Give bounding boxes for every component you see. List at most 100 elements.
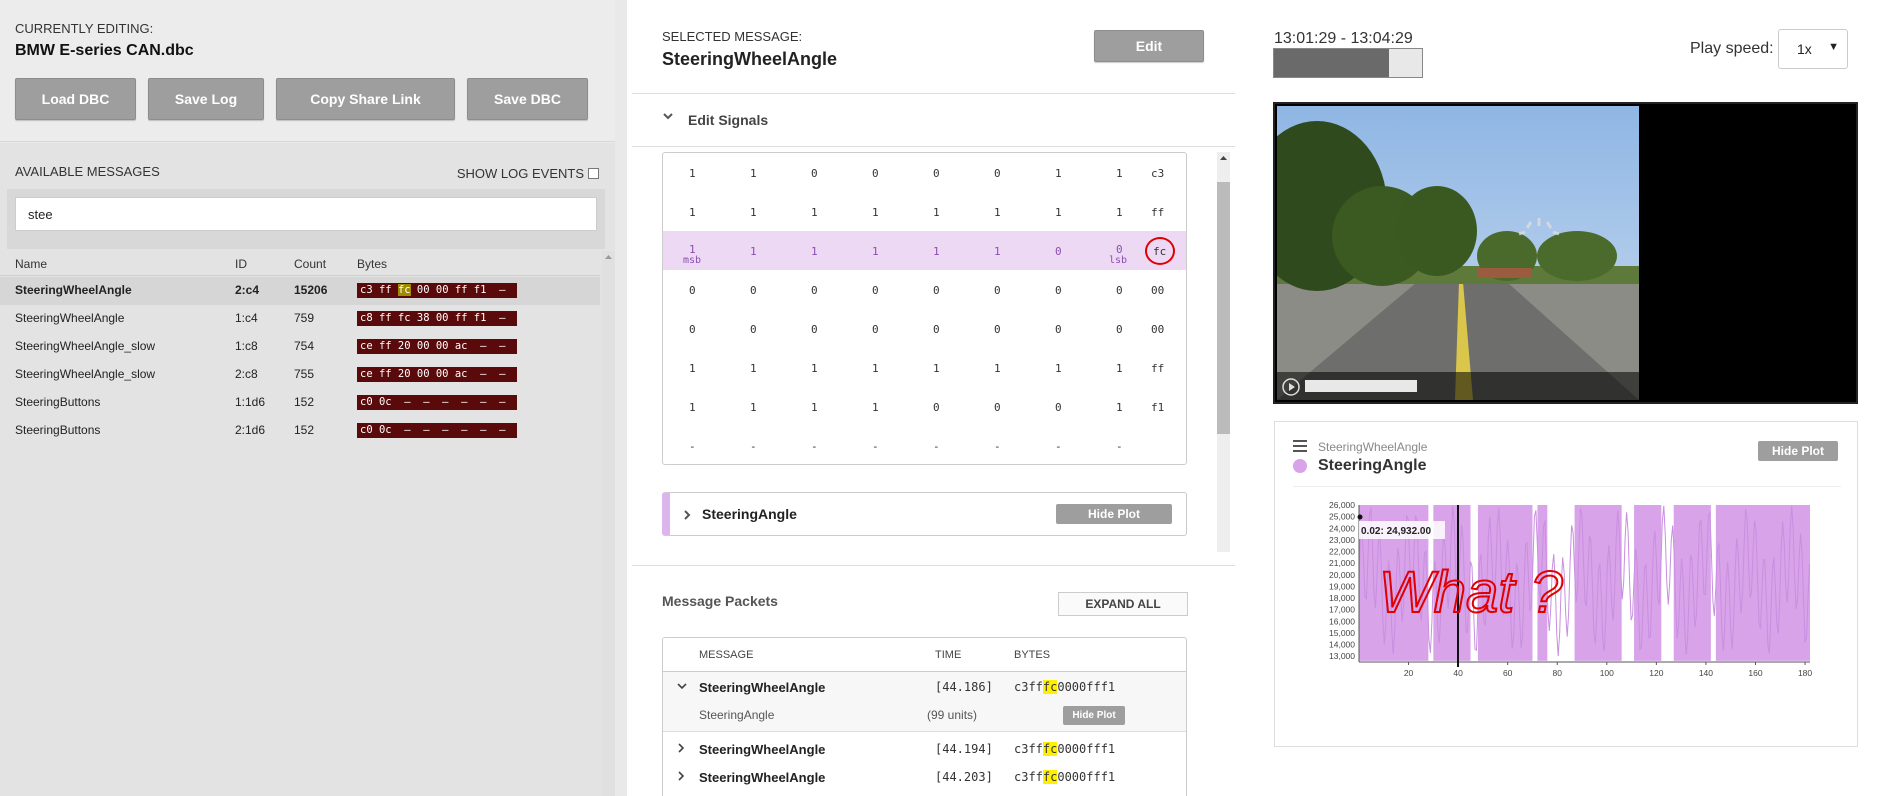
bit[interactable]: 0 <box>689 323 696 336</box>
bit[interactable]: 0 <box>994 401 1001 414</box>
bit[interactable]: 1 <box>1116 167 1123 180</box>
bit[interactable]: 1 <box>872 362 879 375</box>
bit[interactable]: 0 <box>872 284 879 297</box>
bit[interactable]: 1 <box>872 401 879 414</box>
bit[interactable]: 0 <box>811 323 818 336</box>
bit[interactable]: - <box>994 440 1001 453</box>
signals-scrollbar[interactable] <box>1217 152 1230 552</box>
bit[interactable]: 0 <box>1116 284 1123 297</box>
message-row[interactable]: SteeringWheelAngle_slow 1:c8 754 ce ff 2… <box>0 333 600 361</box>
video-seek-bar[interactable] <box>1305 380 1417 392</box>
bit[interactable]: 1 <box>689 362 696 375</box>
packet-row[interactable]: SteeringWheelAngle [44.194] c3fffc0000ff… <box>663 734 1186 762</box>
bit[interactable]: 1 <box>811 245 818 258</box>
bit[interactable]: - <box>689 440 696 453</box>
bit[interactable]: 0 <box>872 167 879 180</box>
chevron-down-icon[interactable] <box>677 682 687 690</box>
bit[interactable]: 0 <box>994 323 1001 336</box>
message-row[interactable]: SteeringWheelAngle 1:c4 759 c8 ff fc 38 … <box>0 305 600 333</box>
edit-button[interactable]: Edit <box>1094 30 1204 62</box>
col-bytes[interactable]: Bytes <box>357 257 387 271</box>
bit[interactable]: 0 <box>1055 245 1062 258</box>
bit[interactable]: 1 <box>994 245 1001 258</box>
bit[interactable]: 1 <box>689 401 696 414</box>
col-count[interactable]: Count <box>294 257 326 271</box>
bit[interactable]: 1 <box>689 167 696 180</box>
bit[interactable]: 1 <box>811 401 818 414</box>
message-row[interactable]: SteeringButtons 1:1d6 152 c0 0c – – – – … <box>0 389 600 417</box>
load-dbc-button[interactable]: Load DBC <box>15 78 136 120</box>
bit[interactable]: 1 <box>1055 167 1062 180</box>
bit[interactable]: 0 <box>1055 323 1062 336</box>
bit[interactable]: 1 <box>811 206 818 219</box>
show-log-events-toggle[interactable]: SHOW LOG EVENTS <box>457 166 599 181</box>
message-row[interactable]: SteeringWheelAngle_slow 2:c8 755 ce ff 2… <box>0 361 600 389</box>
bit[interactable]: - <box>1116 440 1123 453</box>
menu-icon[interactable] <box>1293 440 1307 452</box>
bit[interactable]: 1 <box>994 206 1001 219</box>
bit[interactable]: 1 <box>750 362 757 375</box>
bit[interactable]: 1 <box>1116 362 1123 375</box>
bit[interactable]: - <box>750 440 757 453</box>
bit[interactable]: - <box>1055 440 1062 453</box>
bit[interactable]: 1 <box>933 245 940 258</box>
bit[interactable]: 1 <box>689 206 696 219</box>
bit[interactable]: 0 <box>933 284 940 297</box>
packet-row[interactable]: SteeringWheelAngle [44.203] c3fffc0000ff… <box>663 762 1186 790</box>
show-log-events-checkbox[interactable] <box>588 168 599 179</box>
bit[interactable]: 0 <box>811 284 818 297</box>
plot-hide-button[interactable]: Hide Plot <box>1758 441 1838 461</box>
bit[interactable]: 0 <box>933 401 940 414</box>
signal-plot[interactable]: 13,00014,000 15,000 16,00017,000 18,000 19,0… <box>1275 492 1859 742</box>
video-player[interactable] <box>1273 102 1858 404</box>
bit[interactable]: 0 <box>750 284 757 297</box>
message-row[interactable]: SteeringWheelAngle 2:c4 15206 c3 ff fc 0… <box>0 277 600 305</box>
bit[interactable]: 1 <box>1116 401 1123 414</box>
col-id[interactable]: ID <box>235 257 247 271</box>
bit[interactable]: 1 <box>872 206 879 219</box>
bit[interactable]: 1 <box>1055 362 1062 375</box>
play-icon[interactable] <box>1281 377 1301 397</box>
bit[interactable]: 1 <box>933 362 940 375</box>
packet-row[interactable]: SteeringWheelAngle [44.186] c3fffc0000ff… <box>663 672 1186 700</box>
packet-hide-plot-button[interactable]: Hide Plot <box>1063 706 1125 725</box>
bit[interactable]: 0 <box>750 323 757 336</box>
bit[interactable]: 0 <box>872 323 879 336</box>
bit[interactable]: 1 <box>1055 206 1062 219</box>
save-log-button[interactable]: Save Log <box>148 78 264 120</box>
bit[interactable]: 1 <box>750 401 757 414</box>
bit[interactable]: 0 <box>811 167 818 180</box>
messages-scrollbar[interactable] <box>602 251 615 796</box>
bit[interactable]: 0 <box>933 167 940 180</box>
scroll-up-icon[interactable] <box>602 251 615 263</box>
scrollbar-thumb[interactable] <box>1217 182 1230 434</box>
play-speed-select[interactable]: 1x ▼ <box>1778 29 1848 69</box>
bit[interactable]: 1 <box>750 206 757 219</box>
signal-row[interactable]: SteeringAngle Hide Plot <box>662 492 1187 536</box>
bit[interactable]: 1 <box>750 167 757 180</box>
chevron-right-icon[interactable] <box>677 771 685 781</box>
bit[interactable]: 0 <box>1116 323 1123 336</box>
message-search-input[interactable]: stee <box>15 197 597 231</box>
expand-all-button[interactable]: EXPAND ALL <box>1058 592 1188 616</box>
bit[interactable]: 1 <box>811 362 818 375</box>
bit[interactable]: 0 <box>1055 401 1062 414</box>
copy-share-link-button[interactable]: Copy Share Link <box>276 78 455 120</box>
col-name[interactable]: Name <box>15 257 47 271</box>
bit[interactable]: 1 <box>994 362 1001 375</box>
bit[interactable]: 0 <box>1055 284 1062 297</box>
bit[interactable]: 1 <box>750 245 757 258</box>
bit[interactable]: 0 <box>994 167 1001 180</box>
bit[interactable]: 1 <box>872 245 879 258</box>
message-row[interactable]: SteeringButtons 2:1d6 152 c0 0c – – – – … <box>0 417 600 445</box>
chevron-right-icon[interactable] <box>682 509 692 521</box>
bit[interactable]: - <box>872 440 879 453</box>
bit[interactable]: 0 <box>933 323 940 336</box>
bit[interactable]: - <box>811 440 818 453</box>
bit[interactable]: 0 <box>994 284 1001 297</box>
bit[interactable]: 1 <box>1116 206 1123 219</box>
chevron-down-icon[interactable] <box>662 111 674 121</box>
save-dbc-button[interactable]: Save DBC <box>467 78 588 120</box>
bit[interactable]: - <box>933 440 940 453</box>
bit[interactable]: 0 <box>689 284 696 297</box>
